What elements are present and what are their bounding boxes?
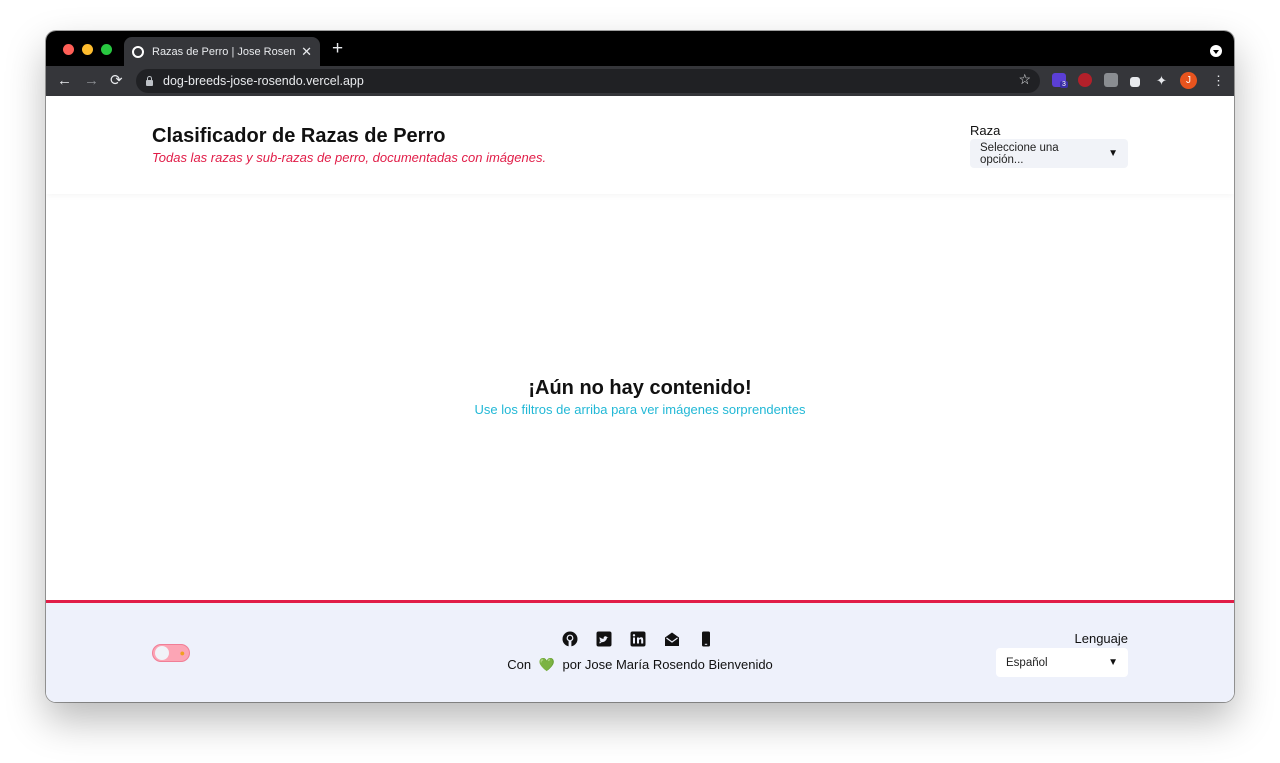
tab-active[interactable]: Razas de Perro | Jose Rosendo Bienvenido… (124, 37, 320, 66)
language-label: Lenguaje (1074, 631, 1129, 646)
credit-author: por Jose María Rosendo Bienvenido (562, 657, 773, 672)
reload-icon[interactable]: ⟳ (110, 71, 123, 91)
address-bar[interactable]: dog-breeds-jose-rosendo.vercel.app ☆ (136, 69, 1040, 93)
tab-close-icon[interactable]: ✕ (301, 44, 312, 60)
lock-icon (146, 75, 153, 86)
language-select-value: Español (1006, 656, 1048, 669)
tab-search-icon[interactable] (1210, 45, 1222, 57)
browser-toolbar: ← → ⟳ dog-breeds-jose-rosendo.vercel.app… (46, 66, 1234, 96)
heart-icon: 💚 (538, 657, 555, 672)
twitter-icon[interactable] (596, 631, 612, 647)
mail-icon[interactable] (664, 631, 680, 647)
window-controls (63, 44, 112, 55)
minimize-window-button[interactable] (82, 44, 93, 55)
site-header: Clasificador de Razas de Perro Todas las… (46, 96, 1234, 194)
breed-select-value: Seleccione una opción... (980, 141, 1059, 166)
puzzle-extensions-icon[interactable]: ✦ (1156, 71, 1167, 91)
address-url: dog-breeds-jose-rosendo.vercel.app (163, 74, 364, 88)
empty-state-title: ¡Aún no hay contenido! (528, 377, 752, 399)
tab-title: Razas de Perro | Jose Rosendo Bienvenido (152, 45, 296, 58)
linkedin-icon[interactable] (630, 631, 646, 647)
close-window-button[interactable] (63, 44, 74, 55)
browser-window: Razas de Perro | Jose Rosendo Bienvenido… (46, 31, 1234, 702)
pen-icon[interactable] (1130, 77, 1140, 87)
github-icon[interactable] (562, 631, 578, 647)
empty-state-subtitle: Use los filtros de arriba para ver imáge… (474, 402, 806, 417)
breed-select[interactable]: Seleccione una opción... ▼ (970, 139, 1128, 168)
forward-arrow-icon[interactable]: → (84, 71, 99, 91)
page-content: Clasificador de Razas de Perro Todas las… (46, 96, 1234, 702)
language-select[interactable]: Español ▼ (996, 648, 1128, 677)
site-footer: ● Con 💚 por Jose María Rosendo Bienvenid… (46, 600, 1234, 702)
camera-icon[interactable] (1104, 73, 1118, 87)
profile-avatar[interactable]: J (1180, 72, 1197, 89)
ublock-icon[interactable] (1078, 73, 1092, 87)
back-arrow-icon[interactable]: ← (57, 71, 72, 91)
tab-strip: Razas de Perro | Jose Rosendo Bienvenido… (46, 31, 1234, 66)
breed-label: Raza (970, 123, 1001, 138)
chevron-down-icon: ▼ (1108, 148, 1118, 159)
maximize-window-button[interactable] (101, 44, 112, 55)
credit-prefix: Con (507, 657, 532, 672)
social-links (562, 631, 714, 647)
page-subtitle: Todas las razas y sub-razas de perro, do… (152, 150, 547, 165)
phone-icon[interactable] (698, 631, 714, 647)
menu-kebab-icon[interactable]: ⋮ (1212, 71, 1225, 91)
page-title: Clasificador de Razas de Perro (152, 125, 446, 147)
chevron-down-icon: ▼ (1108, 657, 1118, 668)
extension-badge: 3 (1060, 81, 1068, 88)
new-tab-button[interactable]: + (332, 39, 343, 58)
site-favicon-icon (132, 45, 144, 58)
bookmark-star-icon[interactable]: ☆ (1018, 71, 1031, 88)
